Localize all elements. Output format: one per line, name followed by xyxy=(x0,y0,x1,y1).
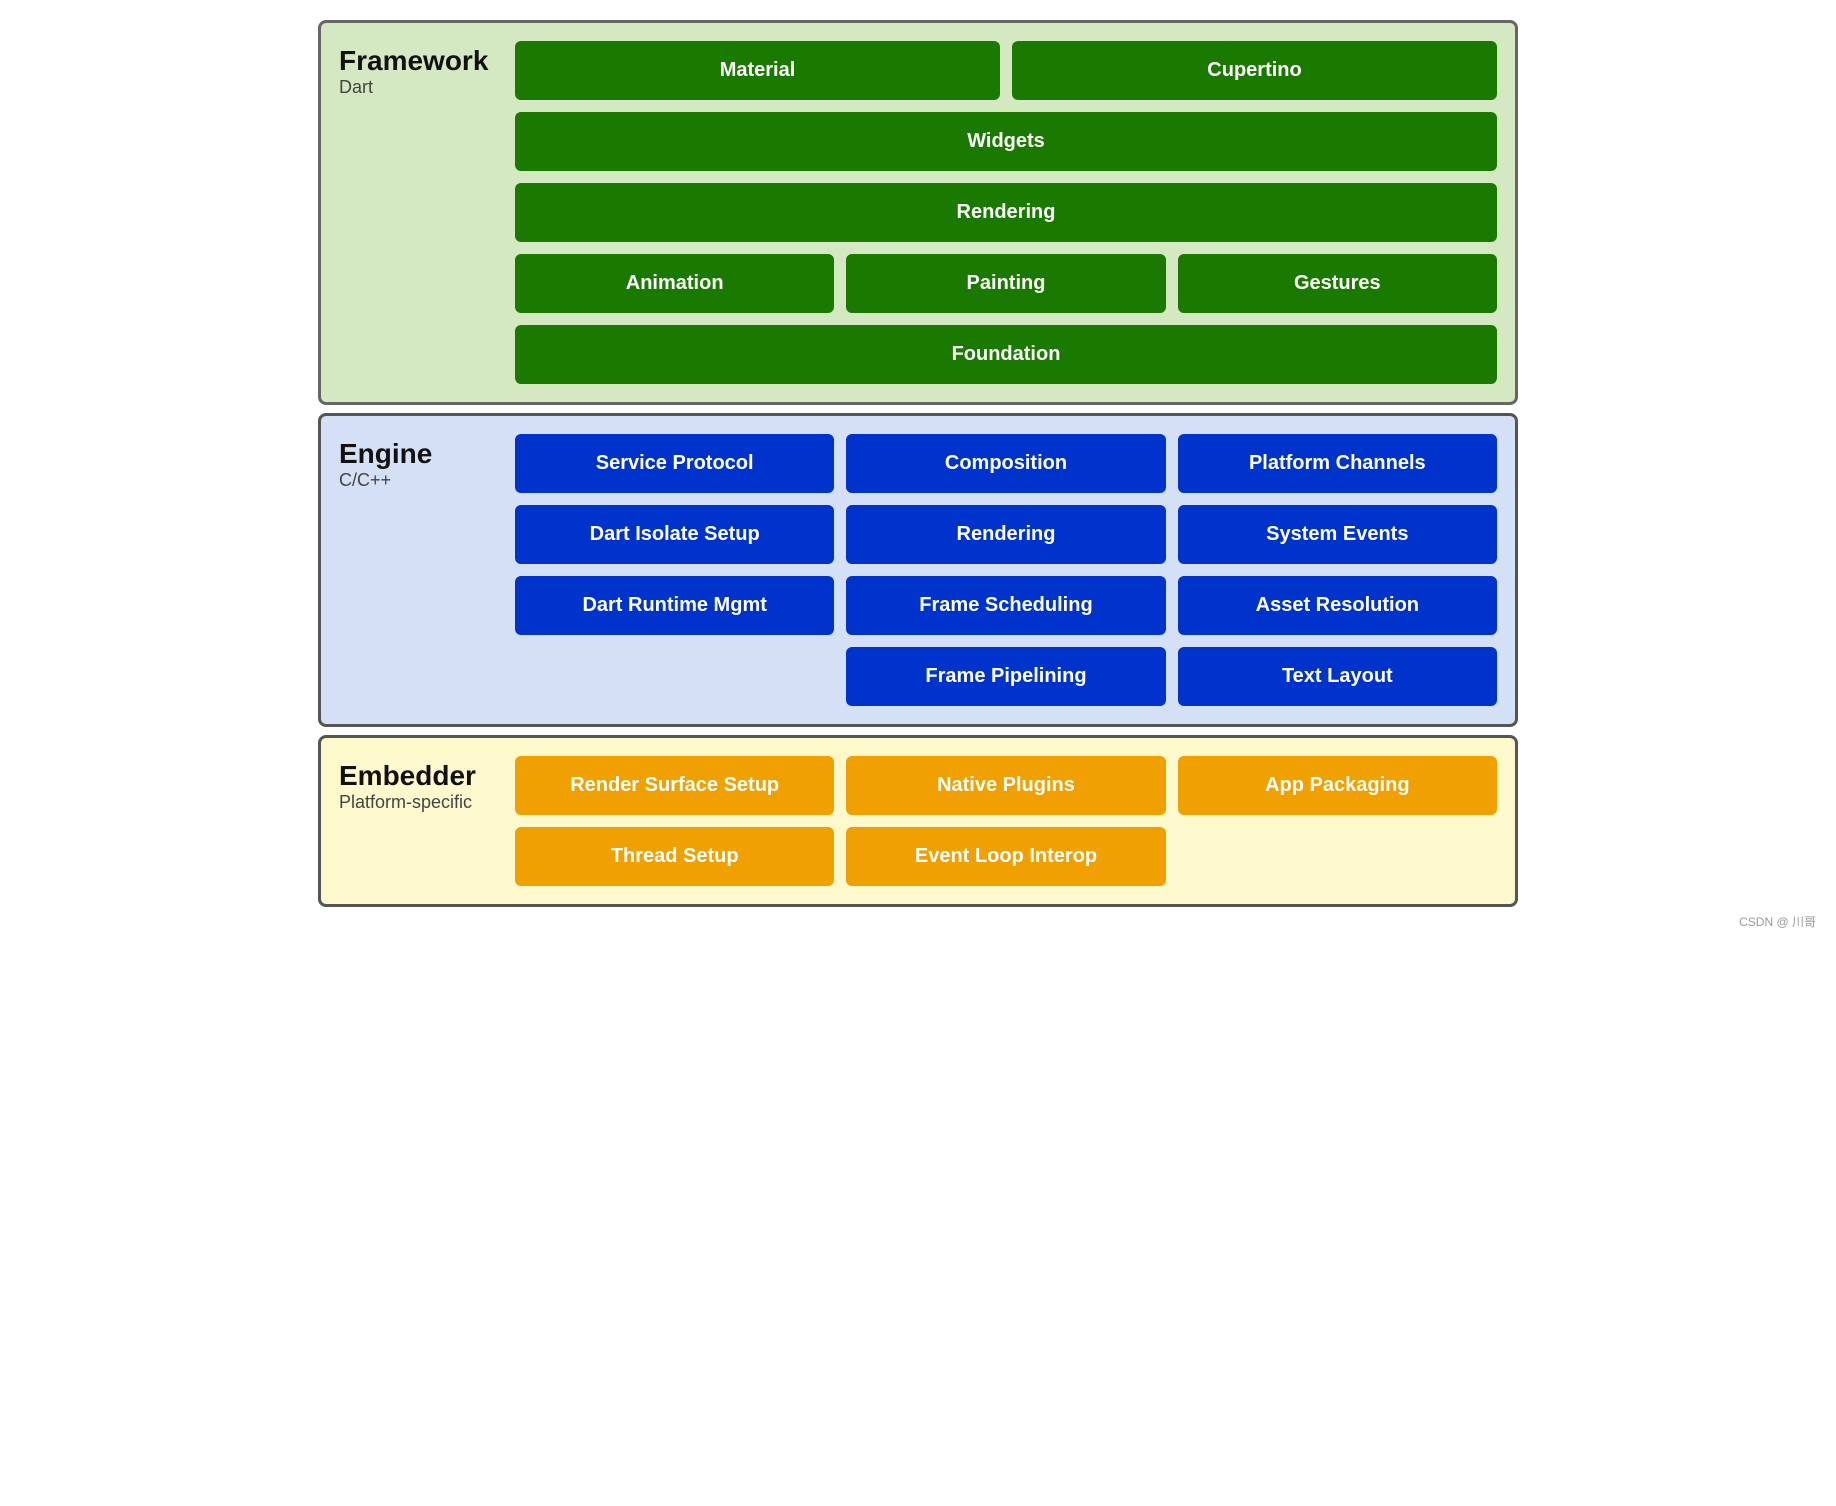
framework-title: Framework xyxy=(339,45,499,77)
embedder-row-1: Render Surface Setup Native Plugins App … xyxy=(515,756,1497,815)
engine-subtitle: C/C++ xyxy=(339,470,499,491)
embedder-row-2: Thread Setup Event Loop Interop xyxy=(515,827,1497,886)
engine-rendering-chip: Rendering xyxy=(846,505,1165,564)
frame-pipelining-chip: Frame Pipelining xyxy=(846,647,1165,706)
composition-chip: Composition xyxy=(846,434,1165,493)
engine-content: Service Protocol Composition Platform Ch… xyxy=(515,434,1497,706)
frame-scheduling-chip: Frame Scheduling xyxy=(846,576,1165,635)
dart-runtime-mgmt-chip: Dart Runtime Mgmt xyxy=(515,576,834,635)
engine-row-3: Dart Runtime Mgmt Frame Scheduling Asset… xyxy=(515,576,1497,635)
native-plugins-chip: Native Plugins xyxy=(846,756,1165,815)
embedder-layer: Embedder Platform-specific Render Surfac… xyxy=(318,735,1518,907)
framework-content: Material Cupertino Widgets Rendering Ani… xyxy=(515,41,1497,384)
framework-row-3: Rendering xyxy=(515,183,1497,242)
framework-layer: Framework Dart Material Cupertino Widget… xyxy=(318,20,1518,405)
embedder-subtitle: Platform-specific xyxy=(339,792,499,813)
engine-label: Engine C/C++ xyxy=(339,434,499,706)
framework-subtitle: Dart xyxy=(339,77,499,98)
framework-row-4: Animation Painting Gestures xyxy=(515,254,1497,313)
dart-isolate-setup-chip: Dart Isolate Setup xyxy=(515,505,834,564)
framework-row-2: Widgets xyxy=(515,112,1497,171)
text-layout-chip: Text Layout xyxy=(1178,647,1497,706)
animation-chip: Animation xyxy=(515,254,834,313)
event-loop-interop-chip: Event Loop Interop xyxy=(846,827,1165,886)
engine-title: Engine xyxy=(339,438,499,470)
rendering-chip: Rendering xyxy=(515,183,1497,242)
embedder-content: Render Surface Setup Native Plugins App … xyxy=(515,756,1497,886)
foundation-chip: Foundation xyxy=(515,325,1497,384)
engine-layer: Engine C/C++ Service Protocol Compositio… xyxy=(318,413,1518,727)
framework-row-1: Material Cupertino xyxy=(515,41,1497,100)
thread-setup-chip: Thread Setup xyxy=(515,827,834,886)
embedder-title: Embedder xyxy=(339,760,499,792)
framework-row-5: Foundation xyxy=(515,325,1497,384)
render-surface-setup-chip: Render Surface Setup xyxy=(515,756,834,815)
engine-row-4: Frame Pipelining Text Layout xyxy=(515,647,1497,706)
watermark: CSDN @ 川哥 xyxy=(20,913,1816,930)
material-chip: Material xyxy=(515,41,1000,100)
service-protocol-chip: Service Protocol xyxy=(515,434,834,493)
painting-chip: Painting xyxy=(846,254,1165,313)
engine-row-1: Service Protocol Composition Platform Ch… xyxy=(515,434,1497,493)
widgets-chip: Widgets xyxy=(515,112,1497,171)
framework-label: Framework Dart xyxy=(339,41,499,384)
asset-resolution-chip: Asset Resolution xyxy=(1178,576,1497,635)
cupertino-chip: Cupertino xyxy=(1012,41,1497,100)
gestures-chip: Gestures xyxy=(1178,254,1497,313)
platform-channels-chip: Platform Channels xyxy=(1178,434,1497,493)
embedder-label: Embedder Platform-specific xyxy=(339,756,499,886)
system-events-chip: System Events xyxy=(1178,505,1497,564)
engine-row-2: Dart Isolate Setup Rendering System Even… xyxy=(515,505,1497,564)
app-packaging-chip: App Packaging xyxy=(1178,756,1497,815)
flutter-architecture-diagram: Framework Dart Material Cupertino Widget… xyxy=(318,20,1518,907)
